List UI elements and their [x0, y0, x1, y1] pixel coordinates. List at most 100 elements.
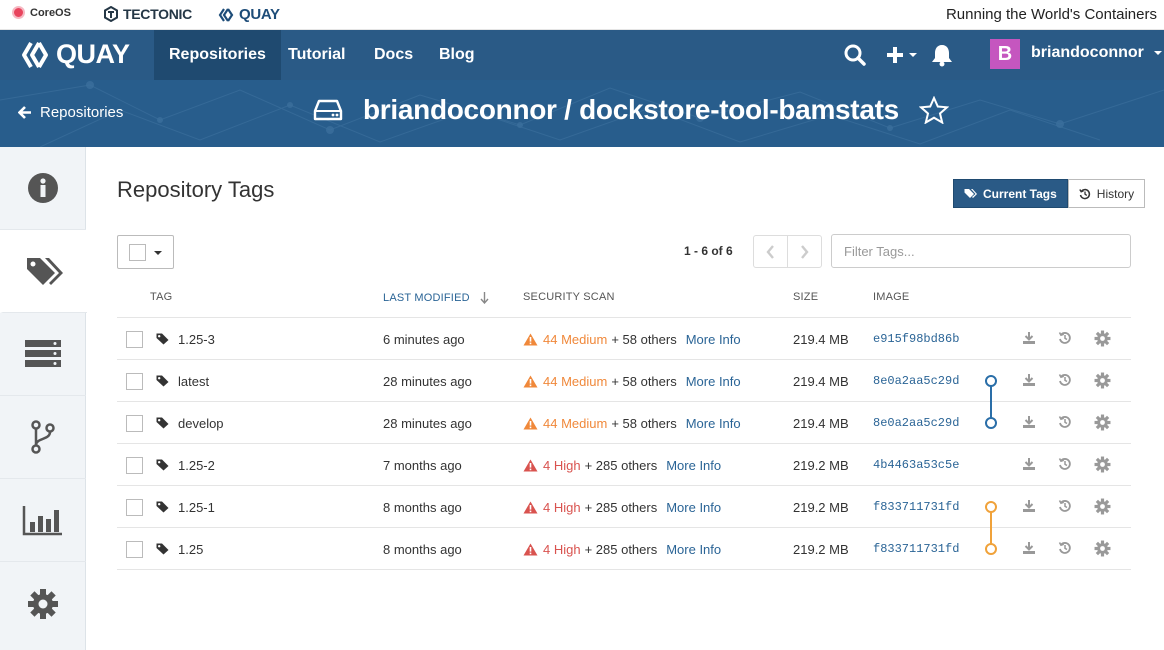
repo-sidebar: [0, 147, 87, 650]
row-checkbox[interactable]: [126, 331, 143, 348]
severity-count[interactable]: 44 Medium: [543, 416, 607, 431]
column-header-last-modified[interactable]: LAST MODIFIED: [383, 291, 489, 304]
history-button[interactable]: History: [1067, 179, 1146, 208]
gear-icon[interactable]: [1094, 498, 1111, 515]
plus-icon[interactable]: [885, 30, 917, 80]
severity-count[interactable]: 4 High: [543, 458, 581, 473]
sidebar-tab-tags[interactable]: [0, 230, 87, 313]
security-scan-cell: 4 High + 285 others More Info: [523, 528, 721, 570]
coreos-brand[interactable]: CoreOS: [12, 6, 71, 19]
history-icon[interactable]: [1058, 373, 1072, 387]
sidebar-tab-info[interactable]: [0, 147, 86, 230]
tag-name[interactable]: develop: [178, 416, 224, 431]
bell-icon[interactable]: [931, 30, 953, 80]
image-id-link[interactable]: 8e0a2aa5c29d: [873, 360, 959, 402]
more-info-link[interactable]: More Info: [686, 332, 741, 347]
user-menu[interactable]: briandoconnor: [1031, 30, 1163, 80]
more-info-link[interactable]: More Info: [686, 416, 741, 431]
column-header-security-scan[interactable]: SECURITY SCAN: [523, 291, 615, 303]
history-icon[interactable]: [1058, 541, 1072, 555]
severity-count[interactable]: 4 High: [543, 500, 581, 515]
tag-icon: [156, 501, 169, 513]
quay-logo[interactable]: QUAY: [20, 39, 130, 70]
more-info-link[interactable]: More Info: [686, 374, 741, 389]
quay-brand[interactable]: QUAY: [218, 6, 280, 23]
download-icon[interactable]: [1022, 457, 1036, 471]
select-all-checkbox[interactable]: [129, 244, 146, 261]
star-icon[interactable]: [918, 96, 949, 124]
sidebar-tab-builds[interactable]: [0, 313, 86, 396]
filter-tags-input[interactable]: [831, 234, 1131, 268]
download-icon[interactable]: [1022, 331, 1036, 345]
image-id-link[interactable]: f833711731fd: [873, 528, 959, 570]
severity-count[interactable]: 4 High: [543, 542, 581, 557]
back-to-repositories-link[interactable]: Repositories: [18, 104, 123, 121]
branch-icon: [31, 420, 55, 454]
tag-cell: 1.25-1: [156, 486, 215, 528]
row-checkbox[interactable]: [126, 541, 143, 558]
next-page-button[interactable]: [787, 235, 822, 268]
previous-page-button[interactable]: [753, 235, 788, 268]
history-icon[interactable]: [1058, 415, 1072, 429]
severity-count[interactable]: 44 Medium: [543, 332, 607, 347]
tectonic-brand[interactable]: TECTONIC: [104, 6, 192, 22]
tag-name[interactable]: 1.25: [178, 542, 203, 557]
avatar[interactable]: B: [990, 39, 1020, 69]
coreos-logo-icon: [12, 6, 25, 19]
sidebar-tab-usage[interactable]: [0, 479, 86, 562]
gear-icon[interactable]: [1094, 456, 1111, 473]
nav-tutorial[interactable]: Tutorial: [273, 30, 360, 80]
history-icon[interactable]: [1058, 457, 1072, 471]
row-checkbox[interactable]: [126, 415, 143, 432]
nav-docs[interactable]: Docs: [359, 30, 428, 80]
image-id-link[interactable]: e915f98bd86b: [873, 318, 959, 360]
column-header-image[interactable]: IMAGE: [873, 291, 909, 303]
tag-name[interactable]: 1.25-3: [178, 332, 215, 347]
more-info-link[interactable]: More Info: [666, 500, 721, 515]
image-id-link[interactable]: 4b4463a53c5e: [873, 444, 959, 486]
image-id-link[interactable]: f833711731fd: [873, 486, 959, 528]
more-info-link[interactable]: More Info: [666, 542, 721, 557]
search-icon[interactable]: [844, 30, 866, 80]
table-row: 1.25 8 months ago 4 High + 285 others More I…: [117, 528, 1131, 570]
more-info-link[interactable]: More Info: [666, 458, 721, 473]
history-icon[interactable]: [1058, 499, 1072, 513]
history-icon[interactable]: [1058, 331, 1072, 345]
size-cell: 219.4 MB: [793, 331, 849, 347]
image-id-link[interactable]: 8e0a2aa5c29d: [873, 402, 959, 444]
warning-icon: [523, 333, 538, 345]
image-connectors: [985, 375, 997, 555]
column-header-tag[interactable]: TAG: [150, 291, 172, 303]
history-label: History: [1096, 186, 1135, 201]
download-icon[interactable]: [1022, 499, 1036, 513]
download-icon[interactable]: [1022, 541, 1036, 555]
table-row: develop 28 minutes ago 44 Medium + 58 other…: [117, 402, 1131, 444]
gear-icon[interactable]: [1094, 414, 1111, 431]
history-small-icon: [1078, 188, 1090, 199]
tag-name[interactable]: 1.25-2: [178, 458, 215, 473]
nav-repositories[interactable]: Repositories: [154, 30, 281, 80]
gear-icon[interactable]: [1094, 330, 1111, 347]
column-header-size[interactable]: SIZE: [793, 291, 818, 303]
info-icon: [28, 173, 58, 203]
download-icon[interactable]: [1022, 415, 1036, 429]
tag-name[interactable]: 1.25-1: [178, 500, 215, 515]
row-checkbox[interactable]: [126, 499, 143, 516]
security-scan-cell: 44 Medium + 58 others More Info: [523, 402, 741, 444]
sidebar-tab-settings[interactable]: [0, 562, 86, 645]
gear-icon[interactable]: [1094, 540, 1111, 557]
download-icon[interactable]: [1022, 373, 1036, 387]
builds-icon: [25, 340, 61, 367]
tag-icon: [156, 375, 169, 387]
current-tags-button[interactable]: Current Tags: [953, 179, 1068, 208]
quay-label: QUAY: [239, 6, 280, 23]
tag-name[interactable]: latest: [178, 374, 209, 389]
gear-icon[interactable]: [1094, 372, 1111, 389]
quay-small-logo-icon: [218, 7, 234, 22]
row-checkbox[interactable]: [126, 373, 143, 390]
severity-count[interactable]: 44 Medium: [543, 374, 607, 389]
row-checkbox[interactable]: [126, 457, 143, 474]
bulk-select-dropdown[interactable]: [117, 235, 174, 269]
nav-blog[interactable]: Blog: [424, 30, 490, 80]
sidebar-tab-branches[interactable]: [0, 396, 86, 479]
